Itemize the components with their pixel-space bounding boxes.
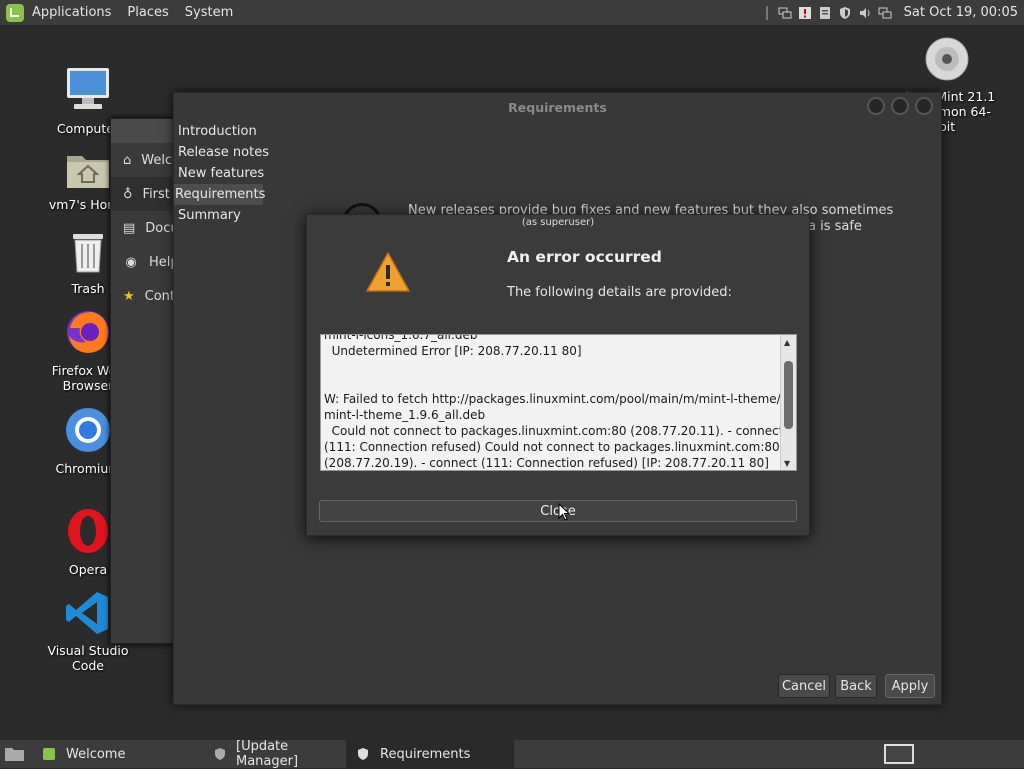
chromium-icon <box>66 408 110 452</box>
minimize-button[interactable] <box>867 97 885 115</box>
top-panel: Applications Places System Sat Oct 19, 0… <box>0 0 1024 26</box>
error-log-content: mint-l-icons_1.6.7_all.deb Undetermined … <box>324 334 784 470</box>
requirements-titlebar[interactable]: Requirements <box>174 93 941 121</box>
back-button[interactable]: Back <box>835 674 877 698</box>
desktop-icon-label: Visual Studio Code <box>47 643 129 673</box>
welcome-item-contribute[interactable]: ★Contribute <box>111 279 181 313</box>
bottom-panel: Welcome [Update Manager] Requirements <box>0 739 1024 769</box>
window-title: Requirements <box>508 99 607 115</box>
log-scrollbar[interactable]: ▲ ▼ <box>780 335 796 470</box>
cancel-button[interactable]: Cancel <box>778 674 830 698</box>
star-icon: ★ <box>123 288 135 304</box>
taskbar-item-update-manager[interactable]: [Update Manager] <box>178 739 346 769</box>
sidebar-item-introduction[interactable]: Introduction <box>174 121 266 142</box>
dialog-subtitle: (as superuser) <box>521 217 595 228</box>
error-dialog[interactable]: (as superuser) An error occurred The fol… <box>306 214 810 536</box>
computer-icon <box>67 68 109 109</box>
bulb-icon: ♁ <box>123 186 133 202</box>
shield-icon[interactable] <box>838 6 852 20</box>
shield-icon <box>356 747 370 761</box>
menu-system[interactable]: System <box>177 0 241 25</box>
sidebar-item-release-notes[interactable]: Release notes <box>174 142 269 163</box>
clock[interactable]: Sat Oct 19, 00:05 <box>898 5 1018 20</box>
trash-icon <box>73 234 103 273</box>
log-line: (208.77.20.19). - connect (111: Connecti… <box>324 456 769 470</box>
document-icon: ▤ <box>123 220 136 236</box>
mouse-cursor-icon <box>558 503 570 521</box>
maximize-button[interactable] <box>891 97 909 115</box>
home-folder-icon <box>67 156 109 188</box>
system-tray: Sat Oct 19, 00:05 <box>765 0 1024 25</box>
menu-places[interactable]: Places <box>119 0 176 25</box>
taskbar-item-welcome[interactable]: Welcome <box>32 740 178 768</box>
welcome-item-welcome[interactable]: ⌂Welcome <box>111 143 181 177</box>
home-icon: ⌂ <box>123 152 132 168</box>
tray-separator <box>765 5 768 20</box>
log-line: Undetermined Error [IP: 208.77.20.11 80] <box>324 344 582 358</box>
mint-logo-icon <box>42 747 56 761</box>
welcome-item-help[interactable]: ◉ Help <box>111 245 181 279</box>
sidebar-item-requirements[interactable]: Requirements <box>174 184 265 205</box>
volume-icon[interactable] <box>858 6 872 20</box>
welcome-item-documentation[interactable]: ▤Documentation <box>111 211 181 245</box>
scroll-up-icon[interactable]: ▲ <box>784 338 790 347</box>
mint-menu-icon[interactable] <box>6 3 24 22</box>
welcome-window[interactable]: ⌂Welcome ♁First Steps ▤Documentation ◉He… <box>110 118 182 644</box>
menu-applications[interactable]: Applications <box>28 0 119 25</box>
dialog-description: The following details are provided: <box>507 285 732 300</box>
update-alert-icon[interactable] <box>798 6 812 20</box>
disc-icon <box>925 37 969 81</box>
network-icon[interactable] <box>778 6 792 20</box>
window-controls <box>867 97 933 115</box>
error-log-textview[interactable]: mint-l-icons_1.6.7_all.deb Undetermined … <box>320 334 797 471</box>
update-manager-icon[interactable] <box>818 6 832 20</box>
scroll-down-icon[interactable]: ▼ <box>784 459 790 468</box>
log-line: (111: Connection refused) Could not conn… <box>324 440 780 454</box>
apply-button[interactable]: Apply <box>885 674 935 698</box>
workspace-switcher[interactable] <box>884 744 914 764</box>
help-icon: ◉ <box>125 254 137 270</box>
close-window-button[interactable] <box>915 97 933 115</box>
firefox-icon <box>67 311 109 353</box>
sidebar-item-summary[interactable]: Summary <box>174 205 266 226</box>
log-line: mint-l-theme_1.9.6_all.deb <box>324 408 486 422</box>
sidebar-item-new-features[interactable]: New features <box>174 163 266 184</box>
shield-icon <box>214 747 226 761</box>
opera-icon <box>68 509 108 553</box>
warning-icon <box>366 252 410 292</box>
network-wired-icon[interactable] <box>878 6 892 20</box>
welcome-item-first-steps[interactable]: ♁First Steps <box>111 177 181 211</box>
requirements-sidebar: Introduction Release notes New features … <box>174 121 269 226</box>
log-line: W: Failed to fetch http://packages.linux… <box>324 392 781 406</box>
vscode-icon <box>66 592 108 634</box>
taskbar-item-requirements[interactable]: Requirements <box>346 740 514 768</box>
scrollbar-thumb[interactable] <box>784 361 793 429</box>
log-line: Could not connect to packages.linuxmint.… <box>324 424 784 438</box>
show-desktop-folder-icon[interactable] <box>4 746 26 762</box>
dialog-title: An error occurred <box>507 248 662 266</box>
welcome-titlebar[interactable] <box>111 119 181 143</box>
log-line: mint-l-icons_1.6.7_all.deb <box>324 334 478 342</box>
